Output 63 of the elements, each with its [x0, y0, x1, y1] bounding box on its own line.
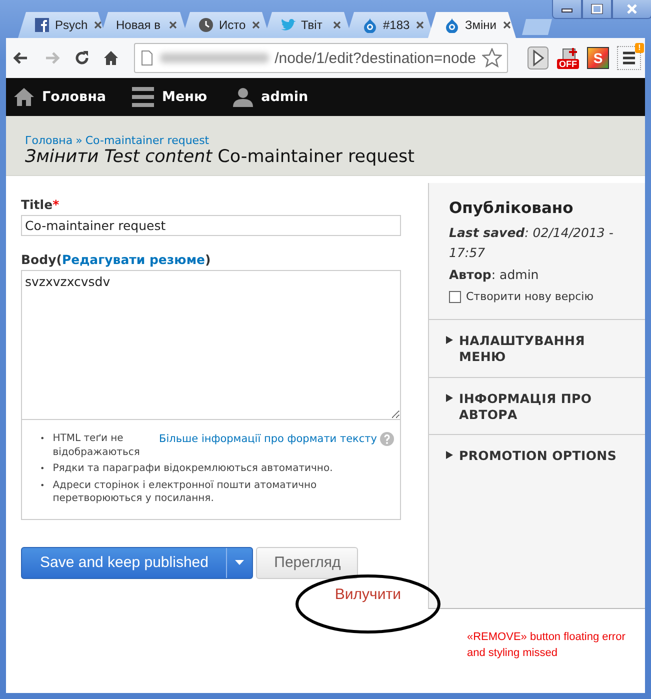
status-heading: Опубліковано [449, 199, 574, 217]
preview-button[interactable]: Перегляд [256, 546, 358, 578]
close-icon[interactable] [502, 20, 512, 30]
close-icon[interactable] [92, 20, 103, 30]
home-icon[interactable] [103, 50, 119, 66]
bird-icon [280, 17, 296, 33]
alert-badge: ! [635, 43, 644, 53]
reload-icon[interactable] [74, 50, 90, 66]
toolbar-link[interactable]: Меню [132, 86, 208, 108]
delete-link[interactable]: Вилучити [21, 586, 401, 602]
help-link[interactable]: Більше інформації про формати тексту [159, 432, 377, 446]
maximize-icon [591, 4, 603, 14]
annotation-text: «REMOVE» button floating error and styling missed [467, 630, 626, 661]
browser-tab[interactable]: Зміни [428, 12, 516, 38]
play-icon[interactable] [527, 46, 549, 70]
close-icon [626, 4, 638, 14]
checkbox[interactable] [449, 290, 461, 302]
close-button[interactable] [612, 0, 651, 19]
close-icon[interactable] [250, 20, 261, 30]
minimize-button[interactable] [552, 0, 582, 19]
address-field[interactable]: /node/1/edit?destination=node [134, 43, 508, 73]
drop-icon [444, 17, 460, 33]
tip-text: Адреси сторінок і електронної пошти атоматично перетворюються у посилання. [52, 478, 318, 506]
breadcrumb-link[interactable]: Головна [25, 134, 73, 147]
list-bullet: • [40, 433, 45, 445]
extension-button[interactable]: S [587, 47, 609, 69]
section-toggle[interactable]: PROMOTION OPTIONS [459, 448, 617, 464]
list-bullet: • [40, 480, 45, 492]
breadcrumb-link[interactable]: Co-maintainer request [85, 134, 210, 147]
author-text: Автор: admin [449, 267, 540, 282]
star-icon[interactable] [482, 48, 502, 68]
page-title: Змінити Test content Co-maintainer request [25, 147, 416, 167]
user-icon[interactable] [233, 87, 254, 107]
drop-icon [362, 17, 378, 33]
checkbox-label[interactable]: Створити нову версію [466, 290, 594, 303]
section-toggle[interactable]: НАЛАШТУВАННЯ МЕНЮ [459, 333, 625, 366]
tip-text: HTML теґи не відображаються [52, 432, 141, 459]
toolbar-link[interactable]: Головна [14, 87, 106, 107]
section-toggle[interactable]: ІНФОРМАЦІЯ ПРО АВТОРА [459, 390, 625, 423]
last-saved-text: Last saved: 02/14/2013 - 17:57 [449, 224, 614, 262]
close-icon[interactable] [332, 20, 342, 30]
home-icon[interactable] [14, 87, 34, 107]
page-icon [140, 50, 154, 66]
menu-icon[interactable] [132, 86, 154, 108]
close-icon[interactable] [168, 20, 178, 30]
back-icon[interactable] [12, 50, 30, 66]
summary-link[interactable]: Редагувати резюме [62, 252, 206, 267]
maximize-button[interactable] [582, 0, 612, 19]
list-bullet: • [40, 463, 45, 475]
breadcrumb-separator: » [76, 134, 82, 147]
body-field[interactable]: svzxvzxcvsdv [21, 270, 401, 420]
field-label: Title* [21, 197, 60, 212]
toolbar-link[interactable]: admin [233, 87, 308, 107]
url-text: /node/1/edit?destination=node [274, 50, 476, 66]
title-field[interactable]: Co-maintainer request [21, 215, 401, 236]
clock-icon [198, 17, 214, 33]
caret-icon [235, 560, 244, 565]
menu-icon [621, 50, 637, 66]
extension-button[interactable]: OFF [557, 48, 579, 68]
tip-text: Рядки та параграфи відокремлюються автоматично. [52, 462, 333, 476]
field-label: Body(Редагувати резюме) [21, 252, 212, 267]
social-icon [34, 17, 50, 33]
close-icon[interactable] [414, 20, 425, 30]
